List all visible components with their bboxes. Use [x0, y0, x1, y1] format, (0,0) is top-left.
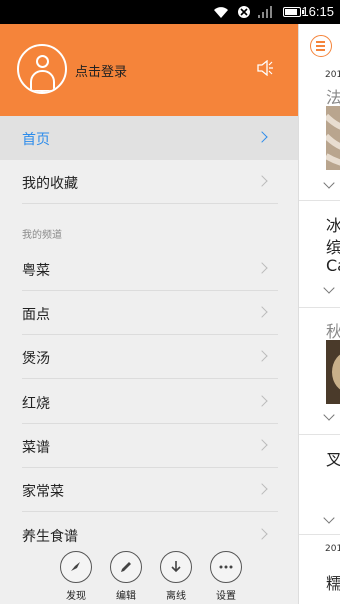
- channel-item[interactable]: 菜谱: [0, 424, 298, 468]
- channel-item[interactable]: 红烧: [0, 380, 298, 424]
- channel-item[interactable]: 家常菜: [0, 468, 298, 512]
- speaker-icon[interactable]: [256, 60, 274, 76]
- discover-button[interactable]: 发现: [56, 551, 96, 602]
- chevron-right-icon: [256, 306, 268, 318]
- chevron-right-icon: [256, 395, 268, 407]
- edit-button[interactable]: 编辑: [106, 551, 146, 602]
- feed-title[interactable]: Ca: [326, 256, 340, 275]
- feed-thumbnail[interactable]: [326, 106, 340, 170]
- drawer-header: 点击登录: [0, 24, 298, 116]
- feed-title[interactable]: 冰: [326, 212, 340, 236]
- feed-title[interactable]: 缤: [326, 234, 340, 258]
- content-toolbar: [299, 24, 340, 68]
- expand-icon[interactable]: [323, 177, 335, 189]
- nav-item-label: 我的收藏: [22, 176, 78, 192]
- chevron-right-icon: [256, 350, 268, 362]
- nav-drawer: 点击登录 首页 我的收藏 我的频道 粤菜 面点 煲汤 红烧 菜谱 家常菜 养生食…: [0, 24, 298, 604]
- nav-item-label: 红烧: [22, 396, 50, 412]
- feed-title[interactable]: 法: [326, 84, 340, 108]
- signal-icon: [258, 6, 272, 18]
- expand-icon[interactable]: [323, 512, 335, 524]
- mute-icon: [238, 6, 250, 18]
- nav-item-label: 家常菜: [22, 484, 64, 500]
- nav-item-label: 煲汤: [22, 351, 50, 367]
- content-page: 201 法 冰 缤 Ca 秋 叉 201 糯: [298, 24, 340, 604]
- offline-button[interactable]: 离线: [156, 551, 196, 602]
- login-link[interactable]: 点击登录: [75, 61, 127, 80]
- pencil-icon: [110, 551, 142, 583]
- download-icon: [160, 551, 192, 583]
- feed-title[interactable]: 糯: [326, 570, 340, 594]
- nav-item-label: 菜谱: [22, 440, 50, 456]
- more-icon: [210, 551, 242, 583]
- battery-icon: [283, 7, 304, 17]
- feed-title[interactable]: 叉: [326, 446, 340, 470]
- nav-item-home[interactable]: 首页: [0, 116, 298, 160]
- channel-item[interactable]: 粤菜: [0, 247, 298, 291]
- status-time: 16:15: [301, 4, 334, 19]
- nav-item-label: 首页: [22, 132, 50, 148]
- tool-label: 设置: [216, 591, 236, 602]
- drawer-toolbar: 发现 编辑 离线 设置: [0, 548, 298, 604]
- tool-label: 发现: [66, 591, 86, 602]
- compass-icon: [60, 551, 92, 583]
- feed-date: 201: [325, 70, 340, 80]
- chevron-right-icon: [256, 483, 268, 495]
- nav-item-label: 面点: [22, 307, 50, 323]
- nav-item-favorites[interactable]: 我的收藏: [0, 160, 298, 204]
- feed-title[interactable]: 秋: [326, 318, 340, 342]
- avatar-icon[interactable]: [17, 44, 67, 94]
- tool-label: 离线: [166, 591, 186, 602]
- channel-item[interactable]: 煲汤: [0, 335, 298, 379]
- tool-label: 编辑: [116, 591, 136, 602]
- section-title: 我的频道: [22, 230, 62, 241]
- nav-item-label: 养生食谱: [22, 529, 78, 545]
- status-bar: 16:15: [0, 0, 340, 24]
- feed-thumbnail[interactable]: [326, 340, 340, 404]
- feed-date: 201: [325, 544, 340, 554]
- expand-icon[interactable]: [323, 282, 335, 294]
- expand-icon[interactable]: [323, 409, 335, 421]
- chevron-right-icon: [256, 131, 268, 143]
- wifi-icon: [214, 7, 228, 18]
- channel-item[interactable]: 面点: [0, 291, 298, 335]
- nav-item-label: 粤菜: [22, 263, 50, 279]
- menu-icon[interactable]: [310, 35, 332, 57]
- chevron-right-icon: [256, 528, 268, 540]
- settings-button[interactable]: 设置: [206, 551, 246, 602]
- chevron-right-icon: [256, 175, 268, 187]
- chevron-right-icon: [256, 262, 268, 274]
- chevron-right-icon: [256, 439, 268, 451]
